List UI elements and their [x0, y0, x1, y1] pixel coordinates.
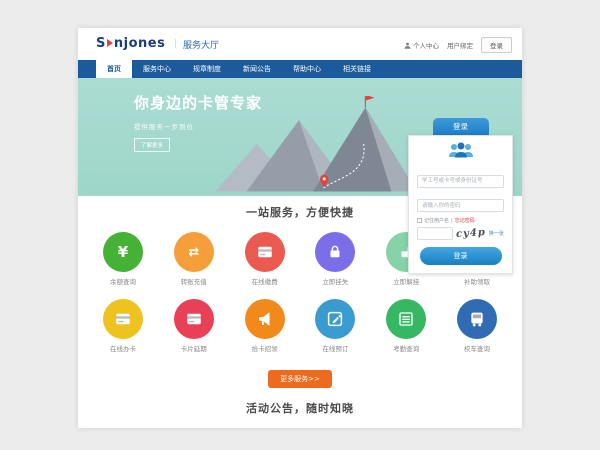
- service-label: 立即挂失: [306, 276, 364, 286]
- service-label: 在线缴费: [236, 276, 294, 286]
- login-form: 记住用户名 | 忘记密码 cy4p 换一张 登录: [408, 135, 513, 274]
- captcha-row: cy4p 换一张: [417, 227, 504, 240]
- header-login-button[interactable]: 登录: [481, 37, 512, 53]
- nav-item-服务中心[interactable]: 服务中心: [132, 60, 182, 78]
- service-item-余额查询[interactable]: ¥ 余额查询: [94, 232, 152, 286]
- bus-icon: [457, 299, 497, 339]
- hero-banner: 你身边的卡管专家 提供服务一步到位 了解更多 登录 记住用户名: [78, 78, 522, 196]
- services-row-2: 在线办卡 卡片延期 拾卡招领 在线预订 考勤查询 校车查询: [78, 299, 522, 353]
- password-input[interactable]: [417, 199, 504, 212]
- service-item-在线办卡[interactable]: 在线办卡: [94, 299, 152, 353]
- service-label: 卡片延期: [165, 343, 223, 353]
- captcha-refresh-link[interactable]: 换一张: [489, 230, 504, 237]
- service-label: 余额查询: [94, 276, 152, 286]
- remember-checkbox[interactable]: [417, 218, 422, 223]
- nav-item-规章制度[interactable]: 规章制度: [182, 60, 232, 78]
- captcha-image[interactable]: cy4p: [456, 227, 487, 240]
- nav-item-首页[interactable]: 首页: [96, 60, 132, 78]
- service-item-考勤查询[interactable]: 考勤查询: [377, 299, 435, 353]
- logo-text-suffix: njones: [114, 36, 165, 51]
- yen-icon: ¥: [103, 232, 143, 272]
- service-label: 在线办卡: [94, 343, 152, 353]
- logo-text-prefix: S: [96, 36, 106, 51]
- login-submit-button[interactable]: 登录: [420, 247, 502, 265]
- announcements-section: 活动公告，随时知晓 使用须知最新公告更多>>使用指南更多>>: [78, 388, 522, 428]
- megaphone-icon: [245, 299, 285, 339]
- card-icon: [245, 232, 285, 272]
- login-tab[interactable]: 登录: [433, 118, 489, 135]
- more-services-button[interactable]: 更多服务>>: [268, 370, 332, 388]
- logo-divider: |: [174, 39, 177, 49]
- service-item-在线预订[interactable]: 在线预订: [306, 299, 364, 353]
- portal-name: 服务大厅: [183, 38, 219, 51]
- captcha-input[interactable]: [417, 227, 453, 240]
- service-item-拾卡招领[interactable]: 拾卡招领: [236, 299, 294, 353]
- logo[interactable]: Snjones: [96, 36, 165, 51]
- lock-icon: [315, 232, 355, 272]
- announcements-title: 活动公告，随时知晓: [78, 400, 522, 416]
- header-right: 个人中心 用户绑定 登录: [404, 37, 512, 53]
- service-label: 立即解挂: [377, 276, 435, 286]
- remember-divider: |: [451, 218, 453, 224]
- main-nav: 首页服务中心规章制度新闻公告帮助中心相关链接: [78, 60, 522, 78]
- card-icon: [103, 299, 143, 339]
- personal-center-link[interactable]: 个人中心: [404, 40, 439, 50]
- personal-center-label: 个人中心: [413, 40, 439, 50]
- logo-arrow-icon: [107, 39, 113, 47]
- service-label: 在线预订: [306, 343, 364, 353]
- users-group-icon: [417, 142, 504, 162]
- username-input[interactable]: [417, 175, 504, 188]
- service-label: 转账充值: [165, 276, 223, 286]
- service-item-转账充值[interactable]: ⇄ 转账充值: [165, 232, 223, 286]
- service-item-立即挂失[interactable]: 立即挂失: [306, 232, 364, 286]
- hero-subtitle: 提供服务一步到位: [134, 121, 262, 131]
- page: Snjones | 服务大厅 个人中心 用户绑定 登录 首页服务中心规章制度新闻…: [78, 28, 522, 428]
- service-item-校车查询[interactable]: 校车查询: [448, 299, 506, 353]
- card-icon: [174, 299, 214, 339]
- login-panel: 登录 记住用户名 | 忘记密码: [408, 118, 513, 274]
- hero-cta-button[interactable]: 了解更多: [134, 138, 170, 152]
- nav-item-帮助中心[interactable]: 帮助中心: [282, 60, 332, 78]
- service-label: 拾卡招领: [236, 343, 294, 353]
- top-header: Snjones | 服务大厅 个人中心 用户绑定 登录: [78, 28, 522, 60]
- service-item-卡片延期[interactable]: 卡片延期: [165, 299, 223, 353]
- user-binding-label: 用户绑定: [447, 40, 473, 50]
- hero-title: 你身边的卡管专家: [134, 92, 262, 113]
- service-item-在线缴费[interactable]: 在线缴费: [236, 232, 294, 286]
- remember-row: 记住用户名 | 忘记密码: [417, 217, 504, 224]
- remember-label: 记住用户名: [424, 217, 449, 224]
- nav-item-新闻公告[interactable]: 新闻公告: [232, 60, 282, 78]
- list-icon: [386, 299, 426, 339]
- user-binding-link[interactable]: 用户绑定: [447, 40, 473, 50]
- forgot-password-link[interactable]: 忘记密码: [455, 217, 475, 224]
- user-icon: [404, 42, 411, 49]
- hero-text: 你身边的卡管专家 提供服务一步到位 了解更多: [134, 92, 262, 152]
- service-label: 考勤查询: [377, 343, 435, 353]
- nav-item-相关链接[interactable]: 相关链接: [332, 60, 382, 78]
- transfer-icon: ⇄: [174, 232, 214, 272]
- edit-icon: [315, 299, 355, 339]
- service-label: 校车查询: [448, 343, 506, 353]
- service-label: 补助领取: [448, 276, 506, 286]
